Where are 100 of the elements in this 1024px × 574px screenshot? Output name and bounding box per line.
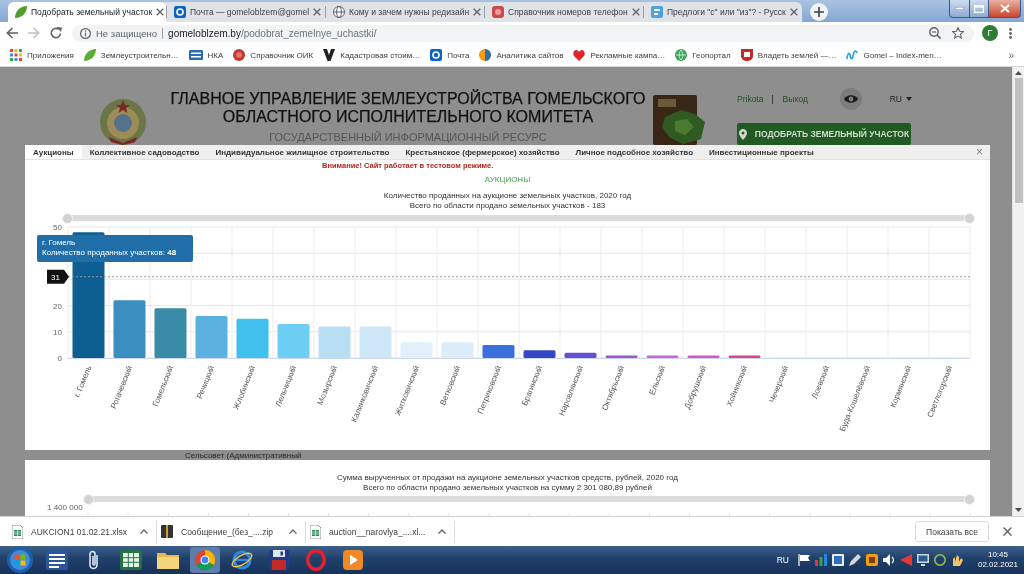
reload-icon[interactable] bbox=[50, 27, 62, 39]
category-tab[interactable]: Аукционы bbox=[25, 145, 82, 159]
category-tab[interactable]: Коллективное садоводство bbox=[81, 145, 208, 159]
browser-tab[interactable]: Справочник номеров телефон bbox=[485, 2, 643, 22]
flag-icon[interactable] bbox=[797, 554, 810, 566]
spreadsheet-icon[interactable] bbox=[119, 550, 142, 570]
category-tab[interactable]: Индивидуальное жилищное строительство bbox=[207, 145, 398, 159]
paperclip-icon[interactable] bbox=[87, 550, 100, 570]
url-text[interactable]: gomeloblzem.by/podobrat_zemelnye_uchastki/ bbox=[168, 27, 377, 39]
bar[interactable] bbox=[564, 352, 597, 358]
bar[interactable] bbox=[687, 355, 720, 358]
close-icon[interactable] bbox=[156, 8, 165, 16]
category-tab[interactable]: Инвестиционные проекты bbox=[701, 145, 822, 159]
bar[interactable] bbox=[482, 344, 515, 358]
bookmark[interactable]: Землеустроительн… bbox=[81, 46, 181, 64]
new-tab-button[interactable] bbox=[810, 3, 828, 21]
scroll-down-icon[interactable] bbox=[1015, 508, 1022, 512]
close-button[interactable]: × bbox=[969, 145, 990, 159]
bookmark[interactable]: Рекламные кампа… bbox=[571, 46, 668, 64]
bookmark[interactable]: Почта bbox=[428, 46, 472, 64]
orbit-icon[interactable] bbox=[230, 549, 253, 571]
speaker-icon[interactable] bbox=[882, 554, 895, 566]
bookmark[interactable]: Геопортал bbox=[673, 46, 733, 64]
bar[interactable] bbox=[728, 355, 761, 358]
close-icon[interactable] bbox=[473, 8, 482, 16]
bookmark[interactable]: Кадастровая стоим… bbox=[321, 46, 423, 64]
download-item[interactable]: AUKCION1 01.02.21.xlsx bbox=[8, 519, 156, 544]
bookmark[interactable]: НКА bbox=[186, 46, 226, 64]
scrollbar[interactable] bbox=[1012, 67, 1024, 516]
play-icon[interactable] bbox=[342, 550, 363, 570]
pen-icon[interactable] bbox=[848, 554, 861, 566]
start-orb-icon[interactable] bbox=[7, 547, 33, 573]
axis-tick-label: 0 bbox=[57, 354, 62, 363]
browser-tab[interactable]: Предлоги "с" или "из"? - Русск bbox=[644, 2, 802, 22]
browser-tab[interactable]: Почта — gomeloblzem@gomel bbox=[167, 2, 325, 22]
language-selector[interactable]: RU bbox=[889, 94, 912, 104]
security-status[interactable]: Не защищено bbox=[96, 27, 158, 39]
slider-handle[interactable] bbox=[964, 213, 975, 224]
profile-button[interactable]: Г bbox=[982, 25, 998, 41]
find-land-plot-button[interactable]: ПОДОБРАТЬ ЗЕМЕЛЬНЫЙ УЧАСТОК bbox=[737, 123, 911, 145]
close-icon[interactable] bbox=[631, 8, 640, 16]
category-tab[interactable]: Крестьянское (фермерское) хозяйство bbox=[397, 145, 568, 159]
category-tab[interactable]: Личное подсобное хозяйство bbox=[567, 145, 701, 159]
ring-icon[interactable] bbox=[933, 554, 946, 566]
triangle-icon[interactable] bbox=[899, 554, 912, 566]
leaf-icon bbox=[83, 49, 96, 61]
slider-handle[interactable] bbox=[82, 494, 94, 505]
document-icon[interactable] bbox=[45, 550, 68, 570]
close-icon[interactable] bbox=[789, 8, 798, 16]
folder-icon[interactable] bbox=[156, 551, 179, 569]
bookmark[interactable]: Владеть землей —… bbox=[738, 46, 839, 64]
wave-icon bbox=[846, 50, 859, 60]
close-icon[interactable] bbox=[1003, 527, 1012, 536]
star-icon[interactable] bbox=[952, 27, 964, 39]
maximize-button[interactable] bbox=[970, 0, 989, 18]
download-item[interactable]: auction__narovlya_....xl... bbox=[306, 519, 454, 544]
back-arrow-icon[interactable] bbox=[6, 27, 18, 39]
minimize-button[interactable] bbox=[949, 0, 970, 18]
bookmark[interactable]: Аналитика сайтов bbox=[477, 46, 566, 64]
scroll-thumb[interactable] bbox=[1014, 78, 1023, 203]
slider-handle[interactable] bbox=[964, 494, 975, 505]
bookmark[interactable]: Справочник ОИК bbox=[231, 46, 316, 64]
section-heading: АУКЦИОНЫ bbox=[484, 175, 531, 184]
axis-tick-label: 50 bbox=[53, 224, 62, 232]
caret-icon bbox=[438, 529, 446, 534]
menu-icon[interactable] bbox=[1009, 27, 1012, 39]
axis-tick-label: 10 bbox=[53, 327, 62, 337]
bookmark[interactable]: Приложения bbox=[8, 46, 76, 64]
ring-icon[interactable] bbox=[305, 549, 326, 571]
close-icon[interactable] bbox=[313, 8, 322, 16]
info-icon[interactable] bbox=[80, 27, 91, 39]
address-bar[interactable]: Не защищено gomeloblzem.by/podobrat_zemelnye_uchastki/ bbox=[72, 24, 974, 42]
app-tile-icon bbox=[174, 6, 186, 18]
language-indicator[interactable]: RU bbox=[776, 555, 789, 565]
scroll-up-icon[interactable] bbox=[1015, 71, 1022, 75]
slider-handle[interactable] bbox=[62, 213, 73, 224]
emblem-icon bbox=[100, 99, 146, 145]
monitor-icon[interactable] bbox=[916, 554, 929, 566]
close-button[interactable] bbox=[989, 0, 1021, 18]
site-subtitle: ГОСУДАРСТВЕННЫЙ ИНФОРМАЦИОННЫЙ РЕСУРС bbox=[269, 131, 547, 143]
eye-icon[interactable] bbox=[839, 88, 862, 110]
bar[interactable] bbox=[605, 355, 638, 358]
bookmark[interactable]: Gomel – Index-men… bbox=[844, 46, 944, 64]
clock-time[interactable]: 10:45 bbox=[987, 550, 1008, 560]
wheel-icon[interactable] bbox=[189, 547, 220, 573]
bookmarks-overflow-button[interactable]: » bbox=[1004, 49, 1018, 61]
bar[interactable] bbox=[646, 355, 679, 358]
zoom-icon[interactable] bbox=[929, 27, 941, 39]
globe-icon bbox=[333, 6, 345, 18]
show-all-button[interactable]: Показать все bbox=[915, 521, 989, 542]
bar[interactable] bbox=[523, 350, 556, 358]
browser-tab[interactable]: Кому и зачем нужны редизайн bbox=[326, 2, 484, 22]
clock-date[interactable]: 02.02.2021 bbox=[977, 560, 1018, 570]
window-icon[interactable] bbox=[831, 554, 844, 566]
bar-chart-icon[interactable] bbox=[814, 554, 827, 566]
background-map-label: Сельсовет (Административный bbox=[185, 450, 302, 460]
browser-tab[interactable]: Подобрать земельный участок bbox=[8, 2, 166, 22]
download-item[interactable]: Сообщение_(без_....zip bbox=[157, 519, 305, 544]
hand-icon[interactable] bbox=[950, 554, 963, 566]
app-tile-icon[interactable] bbox=[865, 554, 878, 566]
